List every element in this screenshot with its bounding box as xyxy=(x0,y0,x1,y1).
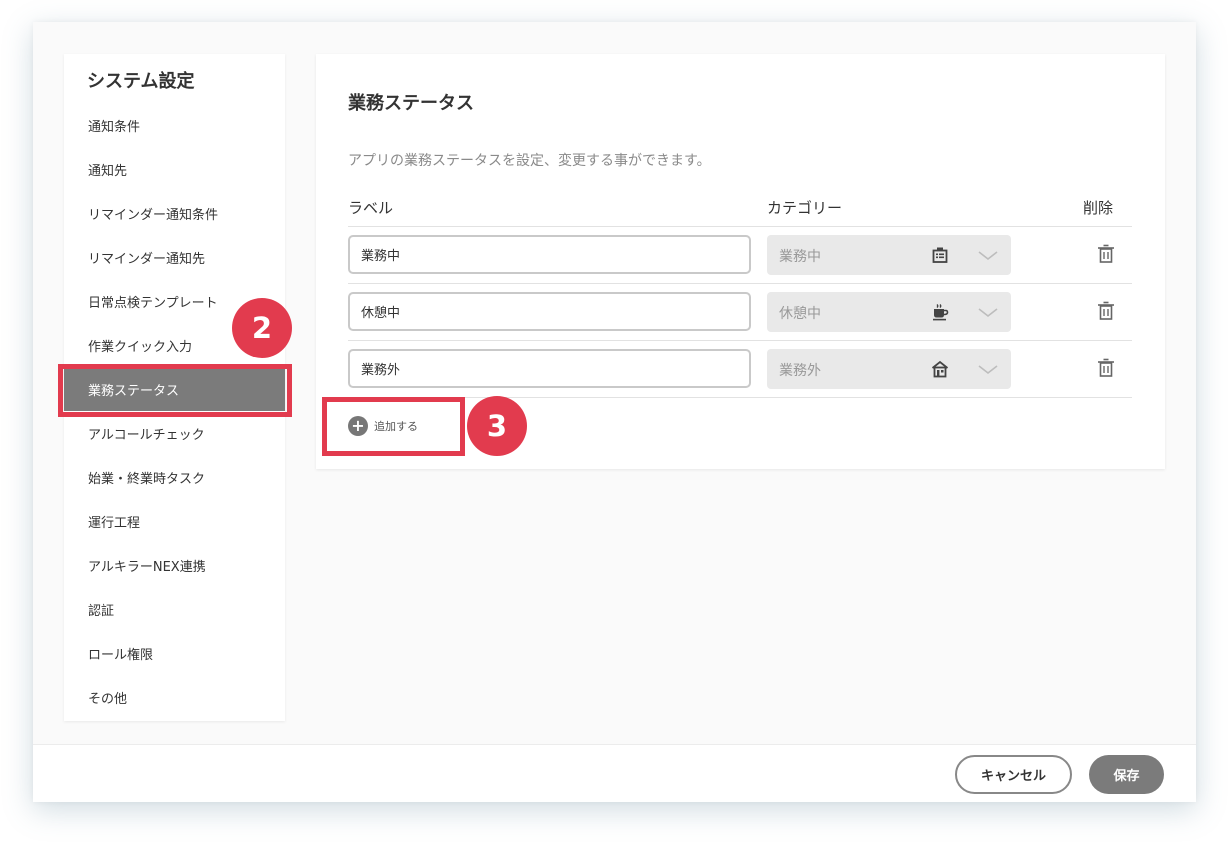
column-header-delete: 削除 xyxy=(1083,199,1114,217)
sidebar-item-role-permissions[interactable]: ロール権限 xyxy=(64,631,285,675)
label-input-row-1[interactable] xyxy=(348,235,751,274)
sidebar: システム設定 通知条件 通知先 リマインダー通知条件 リマインダー通知先 日常点… xyxy=(64,54,285,721)
sidebar-item-start-end-tasks[interactable]: 始業・終業時タスク xyxy=(64,455,285,499)
footer-bar: キャンセル 保存 xyxy=(33,744,1196,802)
sidebar-item-reminder-destinations[interactable]: リマインダー通知先 xyxy=(64,235,285,279)
sidebar-item-alcohol-check[interactable]: アルコールチェック xyxy=(64,411,285,455)
coffee-cup-icon xyxy=(933,304,949,321)
sidebar-item-notify-conditions[interactable]: 通知条件 xyxy=(64,103,285,147)
row-divider xyxy=(348,397,1132,398)
category-value: 休憩中 xyxy=(779,306,821,322)
cancel-button[interactable]: キャンセル xyxy=(955,755,1072,794)
label-input-row-2[interactable] xyxy=(348,292,751,331)
column-header-category: カテゴリー xyxy=(767,199,843,217)
step-badge-2: 2 xyxy=(232,298,292,358)
step-badge-3: 3 xyxy=(467,396,527,456)
office-building-icon xyxy=(932,247,948,263)
category-select-row-2[interactable]: 休憩中 xyxy=(767,292,1011,332)
column-header-label: ラベル xyxy=(348,199,394,217)
row-divider xyxy=(348,340,1132,341)
sidebar-item-work-status[interactable]: 業務ステータス xyxy=(64,367,285,411)
trash-icon[interactable] xyxy=(1097,301,1115,321)
trash-icon[interactable] xyxy=(1097,358,1115,378)
label-input-row-3[interactable] xyxy=(348,349,751,388)
page-title: 業務ステータス xyxy=(348,93,474,114)
row-divider xyxy=(348,283,1132,284)
chevron-down-icon xyxy=(978,251,998,261)
page-description: アプリの業務ステータスを設定、変更する事ができます。 xyxy=(348,153,711,169)
plus-icon: + xyxy=(348,416,368,436)
chevron-down-icon xyxy=(978,308,998,318)
sidebar-item-operation-process[interactable]: 運行工程 xyxy=(64,499,285,543)
sidebar-item-alkiller-nex[interactable]: アルキラーNEX連携 xyxy=(64,543,285,587)
category-value: 業務中 xyxy=(779,249,821,265)
sidebar-item-other[interactable]: その他 xyxy=(64,675,285,719)
sidebar-title: システム設定 xyxy=(87,71,195,92)
work-status-card: 業務ステータス アプリの業務ステータスを設定、変更する事ができます。 ラベル カ… xyxy=(316,54,1165,469)
row-divider xyxy=(348,226,1132,227)
sidebar-item-notify-destinations[interactable]: 通知先 xyxy=(64,147,285,191)
sidebar-item-authentication[interactable]: 認証 xyxy=(64,587,285,631)
house-icon xyxy=(931,360,949,378)
sidebar-item-reminder-conditions[interactable]: リマインダー通知条件 xyxy=(64,191,285,235)
settings-window: システム設定 通知条件 通知先 リマインダー通知条件 リマインダー通知先 日常点… xyxy=(33,22,1196,802)
save-button[interactable]: 保存 xyxy=(1089,755,1164,794)
category-select-row-1[interactable]: 業務中 xyxy=(767,235,1011,275)
category-select-row-3[interactable]: 業務外 xyxy=(767,349,1011,389)
add-status-label: 追加する xyxy=(374,420,418,433)
chevron-down-icon xyxy=(978,365,998,375)
category-value: 業務外 xyxy=(779,363,821,379)
trash-icon[interactable] xyxy=(1097,244,1115,264)
add-status-button[interactable]: + 追加する xyxy=(348,415,418,437)
